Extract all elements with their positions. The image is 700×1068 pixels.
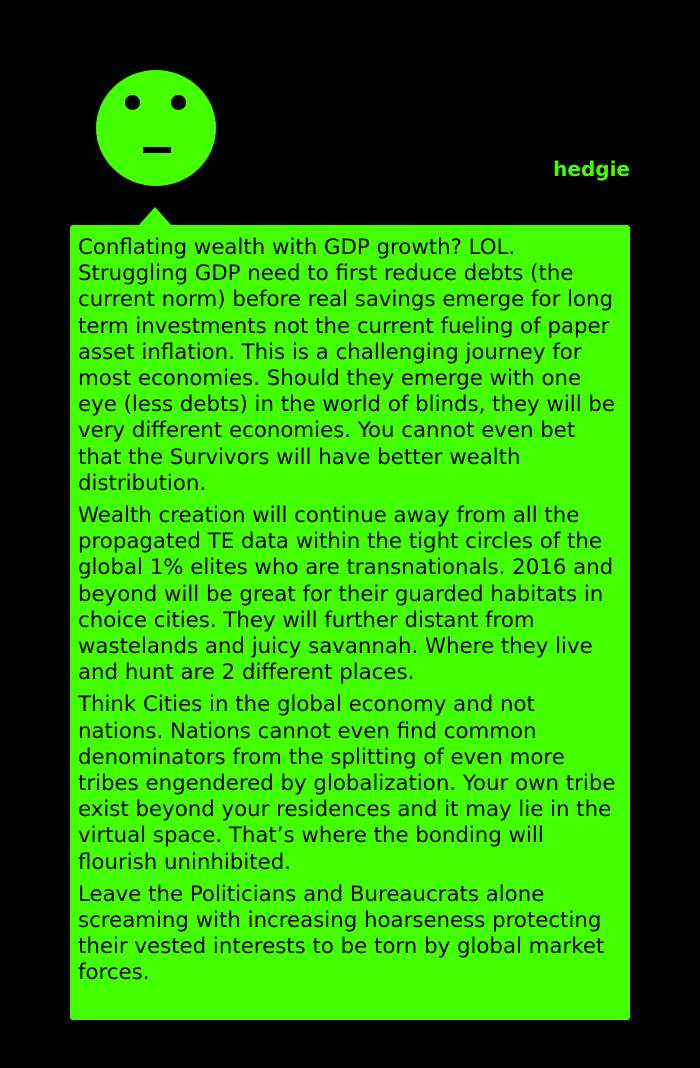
avatar-neutral-face-icon bbox=[96, 70, 216, 186]
username-label[interactable]: hedgie bbox=[553, 157, 630, 181]
comment-paragraph-4: Leave the Politicians and Bureaucrats al… bbox=[78, 881, 605, 986]
avatar-left-eye bbox=[125, 95, 140, 110]
comment-paragraph-3: Think Cities in the global economy and n… bbox=[78, 692, 616, 875]
speech-bubble-pointer bbox=[138, 207, 172, 226]
comment-paragraph-1: Conflating wealth with GDP growth? LOL. … bbox=[78, 235, 616, 496]
comment-bubble: Conflating wealth with GDP growth? LOL. … bbox=[70, 225, 630, 1020]
avatar-right-eye bbox=[171, 95, 186, 110]
avatar-mouth bbox=[143, 147, 171, 153]
comment-paragraph-2: Wealth creation will continue away from … bbox=[78, 503, 614, 686]
